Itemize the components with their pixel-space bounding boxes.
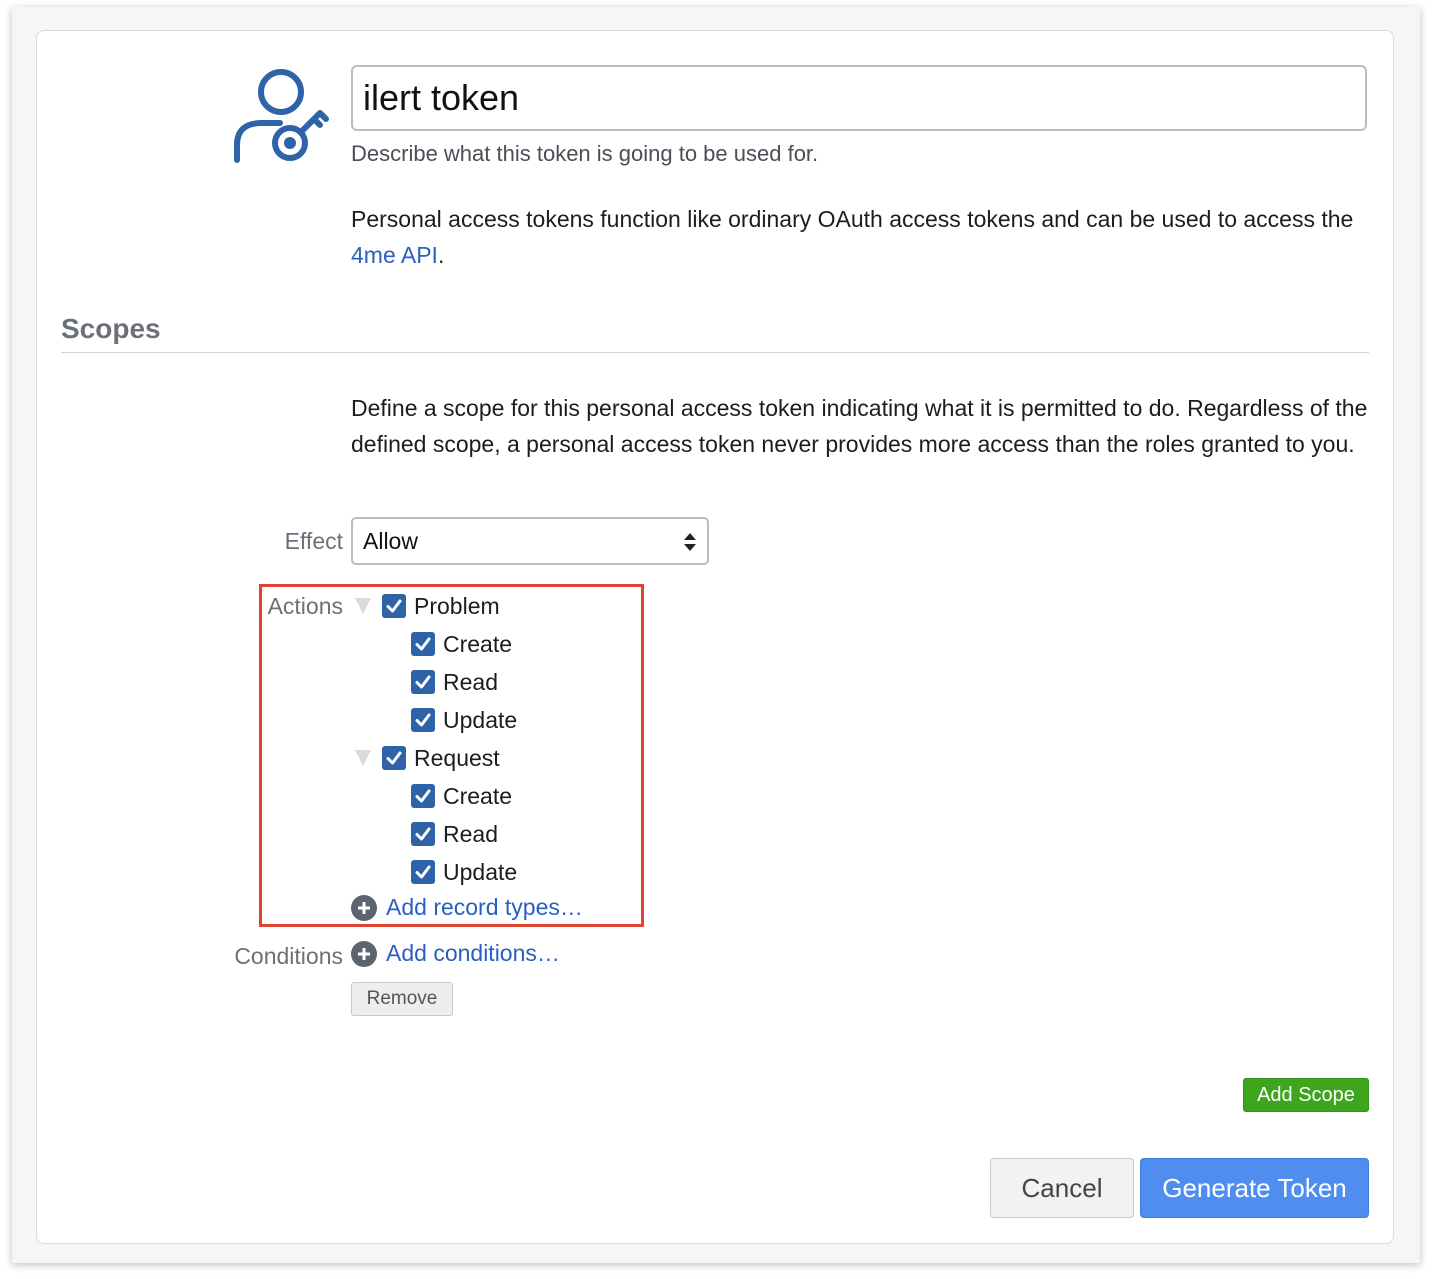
triangle-down-icon[interactable] [355,598,371,614]
effect-label: Effect [284,528,343,554]
select-arrows-icon [684,533,696,551]
scopes-description: Define a scope for this personal access … [351,395,1368,457]
checkmark-icon [415,637,431,651]
cancel-button[interactable]: Cancel [990,1158,1134,1218]
remove-button[interactable]: Remove [351,982,453,1016]
token-name-input[interactable] [351,65,1367,131]
conditions-label: Conditions [234,943,343,969]
checkbox-request-read[interactable] [411,822,435,846]
item-label: Update [443,858,518,885]
item-label: Update [443,706,518,733]
tree-item-problem-update: Update [355,701,517,739]
checkmark-icon [415,865,431,879]
scopes-heading: Scopes [61,313,161,344]
checkbox-request[interactable] [382,746,406,770]
checkbox-problem[interactable] [382,594,406,618]
checkmark-icon [415,713,431,727]
intro-text-end: . [437,242,445,268]
effect-select[interactable]: Allow [351,517,709,565]
checkbox-problem-read[interactable] [411,670,435,694]
group-label: Request [414,744,500,771]
checkmark-icon [386,599,402,613]
tree-item-request-read: Read [355,815,517,853]
add-record-types-text: Add record types… [386,894,583,920]
item-label: Create [443,782,513,809]
checkmark-icon [415,789,431,803]
tree-group-problem: Problem [355,587,517,625]
tree-item-request-update: Update [355,853,517,891]
tree-item-problem-create: Create [355,625,517,663]
checkbox-request-create[interactable] [411,784,435,808]
actions-tree: Problem Create Read Update Request Creat… [355,587,517,891]
checkbox-request-update[interactable] [411,860,435,884]
checkmark-icon [415,675,431,689]
token-form-panel: Describe what this token is going to be … [36,30,1394,1244]
plus-circle-icon [351,940,377,967]
intro-text: Personal access tokens function like ord… [351,206,1354,232]
api-link[interactable]: 4me API [351,242,438,268]
checkbox-problem-update[interactable] [411,708,435,732]
item-label: Read [443,668,498,695]
item-label: Create [443,630,513,657]
checkbox-problem-create[interactable] [411,632,435,656]
add-scope-button[interactable]: Add Scope [1243,1078,1369,1112]
checkmark-icon [386,751,402,765]
group-label: Problem [414,592,500,619]
window: Describe what this token is going to be … [12,7,1420,1263]
generate-token-button[interactable]: Generate Token [1140,1158,1369,1218]
user-key-icon [232,65,332,165]
tree-item-request-create: Create [355,777,517,815]
effect-value: Allow [363,527,418,554]
checkmark-icon [415,827,431,841]
add-record-types-link[interactable]: Add record types… [351,894,583,921]
tree-group-request: Request [355,739,517,777]
item-label: Read [443,820,498,847]
add-conditions-text: Add conditions… [386,940,560,966]
add-conditions-link[interactable]: Add conditions… [351,940,560,967]
actions-label: Actions [267,593,343,619]
token-name-hint: Describe what this token is going to be … [351,141,819,166]
tree-item-problem-read: Read [355,663,517,701]
section-divider [61,352,1369,353]
intro-paragraph: Personal access tokens function like ord… [351,201,1371,273]
triangle-down-icon[interactable] [355,750,371,766]
plus-circle-icon [351,894,377,921]
